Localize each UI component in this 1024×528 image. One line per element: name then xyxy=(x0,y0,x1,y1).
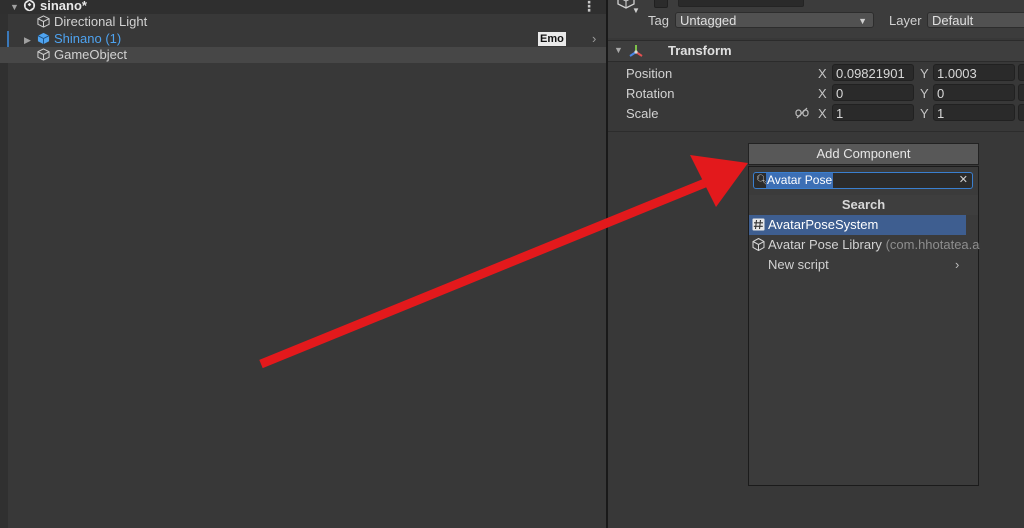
search-query: Avatar Pose xyxy=(766,173,834,188)
gameobject-cube-icon xyxy=(37,15,50,28)
result-name: Avatar Pose Library xyxy=(768,237,882,252)
position-z-field[interactable] xyxy=(1018,64,1024,81)
result-new-script[interactable]: New script › xyxy=(749,255,966,275)
icon-dropdown-arrow-icon[interactable]: ▼ xyxy=(632,6,640,15)
rotation-y-field[interactable]: 0 xyxy=(933,84,1015,101)
hierarchy-panel: ▼ sinano* ⋮ Directional Light ▶ Shinano … xyxy=(0,0,606,528)
active-checkbox[interactable] xyxy=(654,0,668,8)
position-x-axis: X xyxy=(818,66,827,81)
add-component-button[interactable]: Add Component xyxy=(748,143,979,165)
package-icon xyxy=(752,238,765,251)
kebab-menu-icon[interactable]: ⋮ xyxy=(582,0,596,14)
unity-scene-icon xyxy=(23,0,36,12)
hierarchy-item-label: GameObject xyxy=(54,47,127,62)
rotation-label: Rotation xyxy=(626,86,675,101)
transform-title: Transform xyxy=(668,43,732,58)
scale-x-field[interactable]: 1 xyxy=(832,104,914,121)
scale-y-field[interactable]: 1 xyxy=(933,104,1015,121)
fold-arrow-icon[interactable]: ▼ xyxy=(614,45,623,55)
transform-axes-icon xyxy=(629,45,643,57)
position-x-field[interactable]: 0.09821901 xyxy=(832,64,914,81)
position-y-field[interactable]: 1.0003 xyxy=(933,64,1015,81)
tag-dropdown[interactable]: Untagged ▼ xyxy=(675,12,874,28)
transform-header[interactable]: ▼ Transform xyxy=(608,40,1024,62)
result-label: AvatarPoseSystem xyxy=(768,217,879,232)
component-search-input[interactable]: 🔍︎ Avatar Pose ✕ xyxy=(753,172,973,189)
rotation-x-axis: X xyxy=(818,86,827,101)
chevron-right-icon: › xyxy=(955,257,960,272)
gameobject-header: ▼ Tag Untagged ▼ Layer Default xyxy=(608,0,1024,38)
expand-arrow-icon[interactable]: ▶ xyxy=(24,32,31,48)
rotation-y-axis: Y xyxy=(920,86,929,101)
layer-dropdown[interactable]: Default xyxy=(927,12,1024,28)
hierarchy-item-gameobject[interactable]: GameObject xyxy=(0,47,606,63)
position-y-axis: Y xyxy=(920,66,929,81)
layer-value: Default xyxy=(932,13,974,28)
gameobject-name-field[interactable] xyxy=(678,0,804,7)
scale-z-field[interactable] xyxy=(1018,104,1024,121)
scale-x-axis: X xyxy=(818,106,827,121)
rotation-x-field[interactable]: 0 xyxy=(832,84,914,101)
layer-label: Layer xyxy=(889,13,922,28)
result-avatarposesystem[interactable]: AvatarPoseSystem xyxy=(749,215,966,235)
hierarchy-item-label: Directional Light xyxy=(54,14,148,29)
chevron-right-icon[interactable]: › xyxy=(592,31,596,47)
tag-value: Untagged xyxy=(680,13,737,28)
unlinked-scale-icon[interactable] xyxy=(795,107,809,119)
script-hash-icon xyxy=(752,218,765,231)
position-label: Position xyxy=(626,66,673,81)
hierarchy-item-directional-light[interactable]: Directional Light xyxy=(0,14,606,30)
gameobject-cube-icon xyxy=(37,48,50,61)
dropdown-arrow-icon: ▼ xyxy=(858,16,867,26)
prefab-cube-icon xyxy=(37,32,50,45)
result-package: (com.hhotatea.a xyxy=(885,237,980,252)
clear-search-icon[interactable]: ✕ xyxy=(959,173,968,188)
result-avatar-pose-library[interactable]: Avatar Pose Library (com.hhotatea.a xyxy=(749,235,980,255)
result-label: Avatar Pose Library (com.hhotatea.a xyxy=(768,235,980,255)
hierarchy-item-shinano[interactable]: ▶ Shinano (1) Emo › xyxy=(0,31,606,47)
scene-name: sinano* xyxy=(40,0,87,13)
scale-y-axis: Y xyxy=(920,106,929,121)
hierarchy-item-label: Shinano (1) xyxy=(54,31,122,46)
emo-badge: Emo xyxy=(538,32,566,46)
rotation-z-field[interactable] xyxy=(1018,84,1024,101)
popup-title: Search xyxy=(749,195,978,215)
scene-row[interactable]: ▼ sinano* ⋮ xyxy=(0,0,606,14)
scale-label: Scale xyxy=(626,106,659,121)
fold-arrow-icon[interactable]: ▼ xyxy=(10,0,19,15)
result-label: New script xyxy=(768,257,829,272)
add-component-popup: 🔍︎ Avatar Pose ✕ Search AvatarPoseSystem… xyxy=(748,166,980,486)
tag-label: Tag xyxy=(648,13,669,28)
hierarchy-gutter xyxy=(0,14,8,528)
